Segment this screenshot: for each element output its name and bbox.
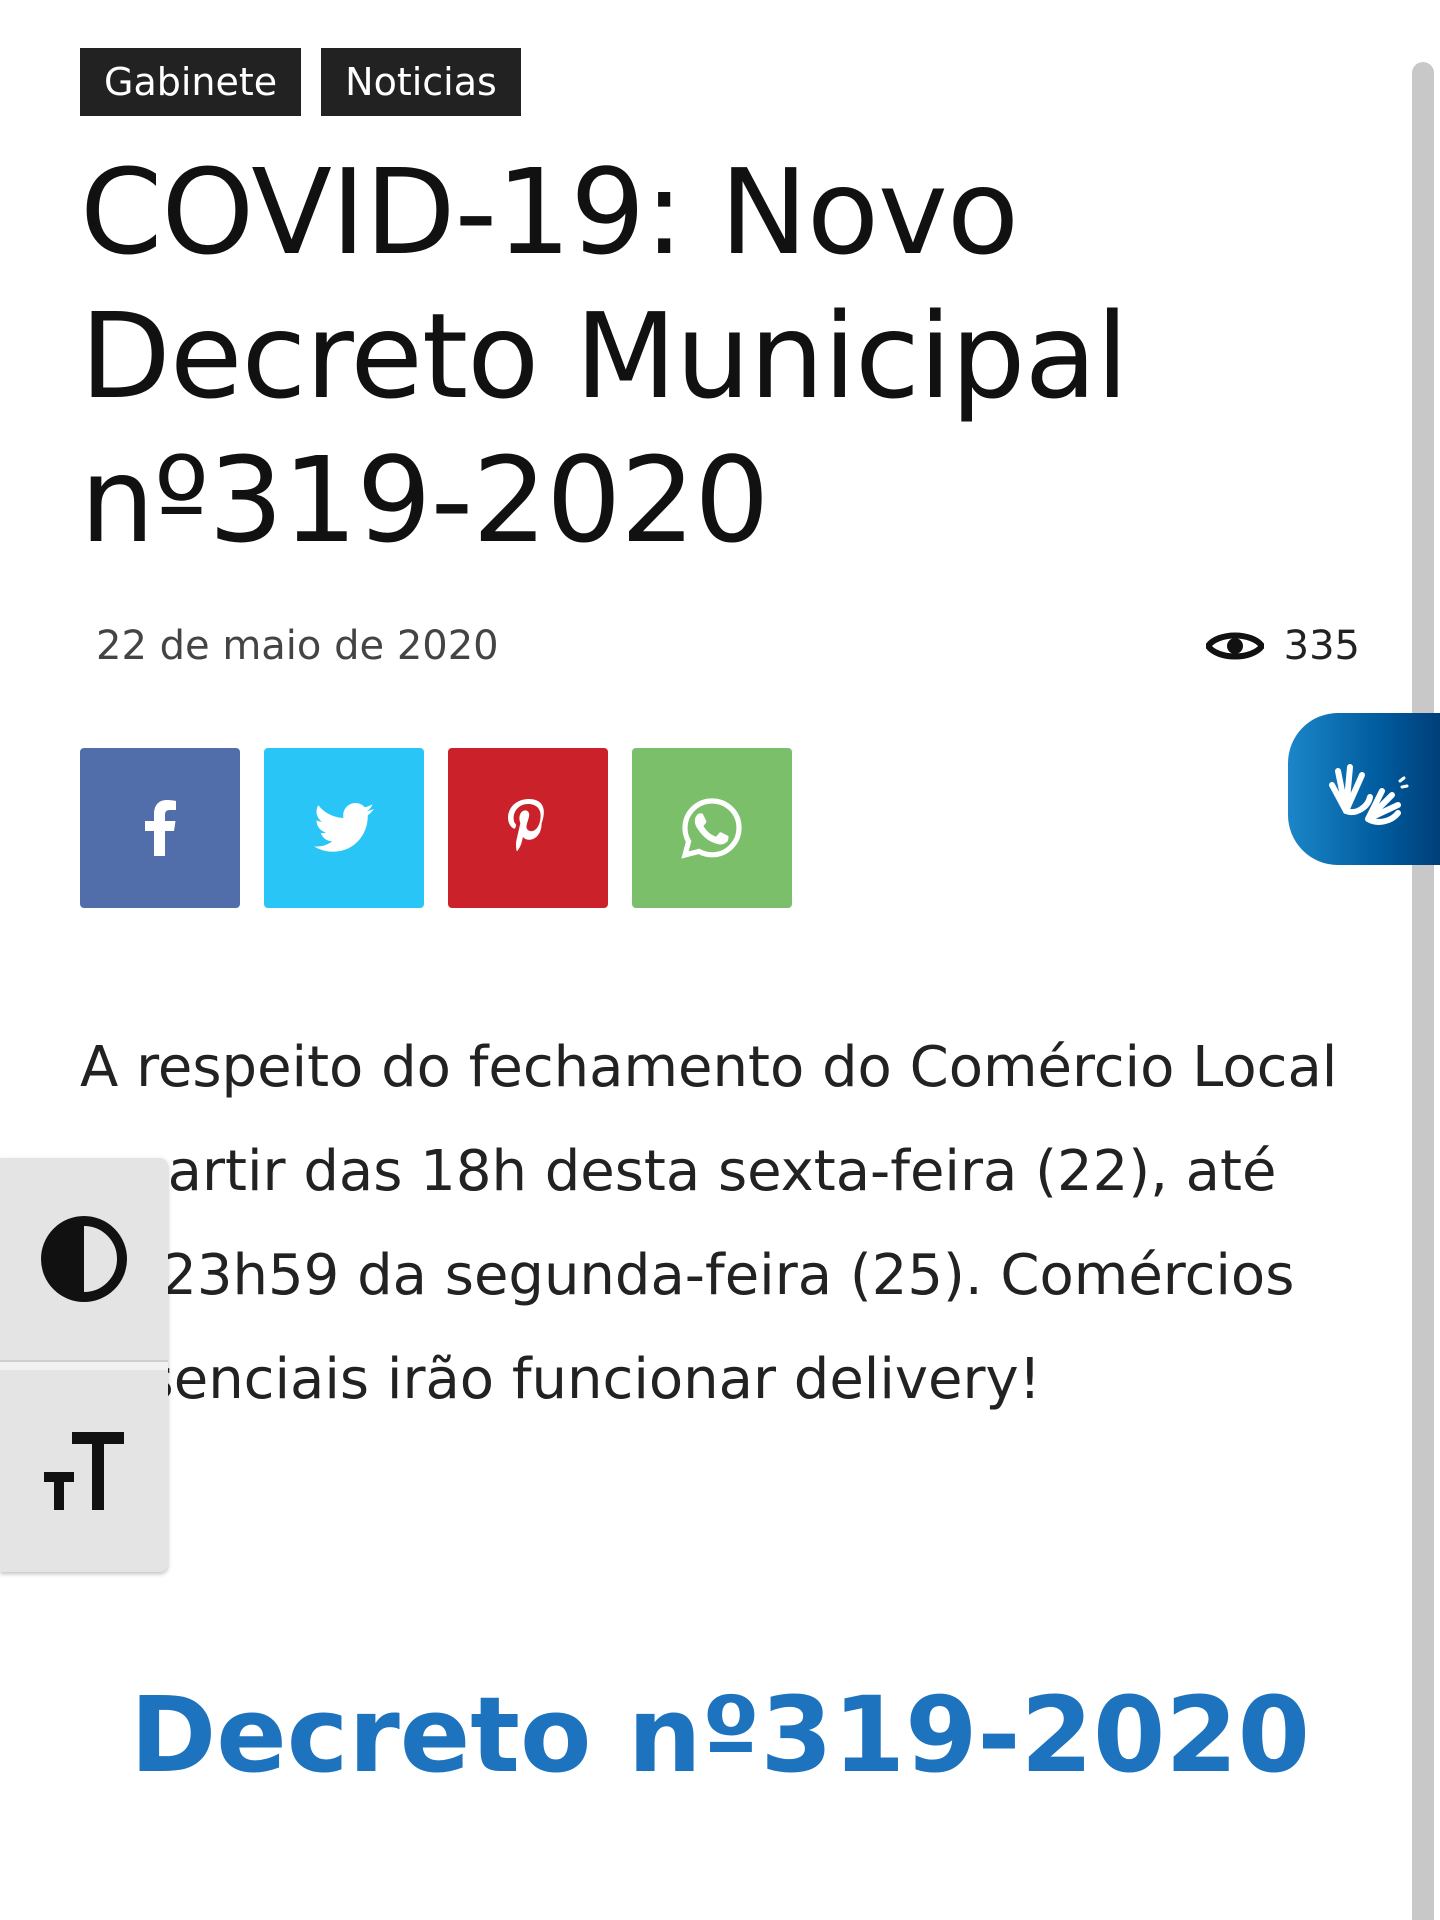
contrast-icon [41,1216,127,1302]
sign-language-button[interactable] [1288,713,1440,865]
whatsapp-icon [681,798,742,859]
font-size-toggle-button[interactable] [0,1368,168,1572]
eye-icon [1205,620,1264,672]
facebook-share-button[interactable] [80,748,240,908]
pinterest-icon [508,799,544,852]
twitter-icon [314,803,374,852]
category-tag-noticias[interactable]: Noticias [321,48,521,116]
twitter-share-button[interactable] [264,748,424,908]
views-count: 335 [1283,623,1360,669]
accessibility-toolbar [0,1158,168,1572]
facebook-icon [145,800,176,856]
category-tags: Gabinete Noticias [80,48,521,116]
sign-language-hands-icon [1329,764,1409,825]
contrast-toggle-button[interactable] [0,1158,168,1360]
category-tag-gabinete[interactable]: Gabinete [80,48,302,116]
share-buttons [80,748,792,908]
article-body-text: A respeito do fechamento do Comércio Loc… [80,1035,1338,1412]
pinterest-share-button[interactable] [448,748,608,908]
decree-heading: Decreto nº319-2020 [129,1674,1311,1796]
text-size-icon [44,1432,124,1510]
publish-date: 22 de maio de 2020 [96,623,499,669]
view-counter: 335 [1205,620,1360,672]
scrollbar[interactable] [1412,62,1434,1920]
page-title: COVID-19: Novo Decreto Municipal nº319-2… [80,143,1129,569]
whatsapp-share-button[interactable] [632,748,792,908]
